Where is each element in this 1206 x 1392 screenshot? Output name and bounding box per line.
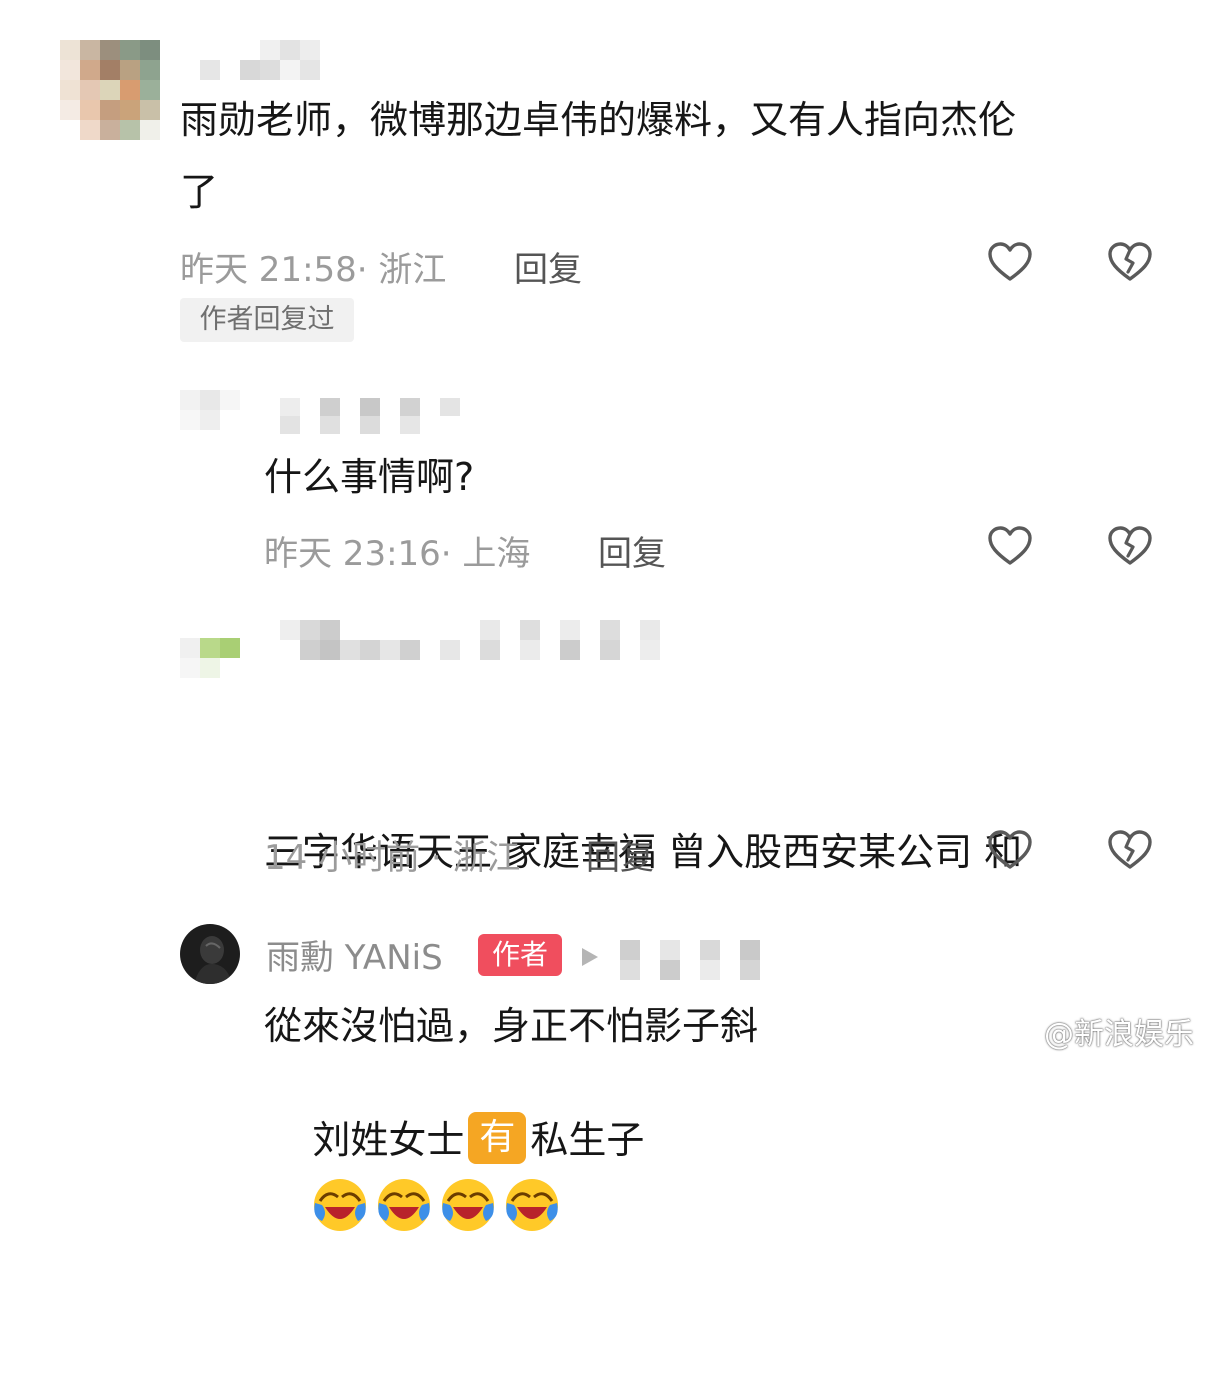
comment-time-location: 昨天 21:58· 浙江	[180, 250, 447, 290]
play-triangle-icon	[582, 948, 598, 966]
username-blurred[interactable]	[280, 620, 660, 660]
crying-laughing-emoji	[314, 1179, 367, 1231]
author-replied-tag: 作者回复过	[180, 298, 354, 342]
crying-laughing-emoji	[378, 1179, 431, 1231]
highlight-badge: 有	[468, 1112, 527, 1164]
comment-text: 雨勋老师，微博那边卓伟的爆料，又有人指向杰伦 了	[180, 98, 1017, 214]
heart-outline-icon[interactable]	[986, 238, 1034, 286]
comment-text: 什么事情啊?	[264, 455, 475, 499]
crying-laughing-emoji	[442, 1179, 495, 1231]
replied-username-blurred[interactable]	[620, 940, 760, 980]
broken-heart-icon[interactable]	[1106, 826, 1154, 874]
author-badge: 作者	[478, 934, 562, 976]
watermark-text: @新浪娱乐	[1044, 1017, 1194, 1052]
reply-button[interactable]: 回复	[514, 242, 582, 291]
broken-heart-icon[interactable]	[1106, 238, 1154, 286]
comment-time-location: 昨天 23:16· 上海	[264, 534, 531, 574]
heart-outline-icon[interactable]	[986, 826, 1034, 874]
comment-line-2-prefix: 刘姓女士	[312, 1118, 465, 1162]
avatar[interactable]	[180, 390, 240, 430]
comment-time-location: 14 小时前 · 浙江	[264, 838, 521, 878]
author-name[interactable]: 雨勳 YANiS	[266, 930, 443, 979]
watermark: @新浪娱乐	[1004, 1009, 1194, 1053]
avatar[interactable]	[180, 638, 240, 678]
comment-line-2: 刘姓女士有私生子	[264, 1032, 1164, 1320]
broken-heart-icon[interactable]	[1106, 522, 1154, 570]
heart-outline-icon[interactable]	[986, 522, 1034, 570]
crying-laughing-emoji	[506, 1179, 559, 1231]
username-blurred[interactable]	[280, 398, 460, 434]
author-avatar[interactable]	[180, 924, 240, 984]
reply-button[interactable]: 回复	[598, 526, 666, 575]
avatar[interactable]	[60, 40, 160, 140]
comment-line-2-suffix: 私生子	[530, 1118, 645, 1162]
reply-button[interactable]: 回复	[586, 830, 654, 879]
username-blurred[interactable]	[200, 40, 340, 80]
weibo-logo-icon	[1004, 1022, 1042, 1050]
